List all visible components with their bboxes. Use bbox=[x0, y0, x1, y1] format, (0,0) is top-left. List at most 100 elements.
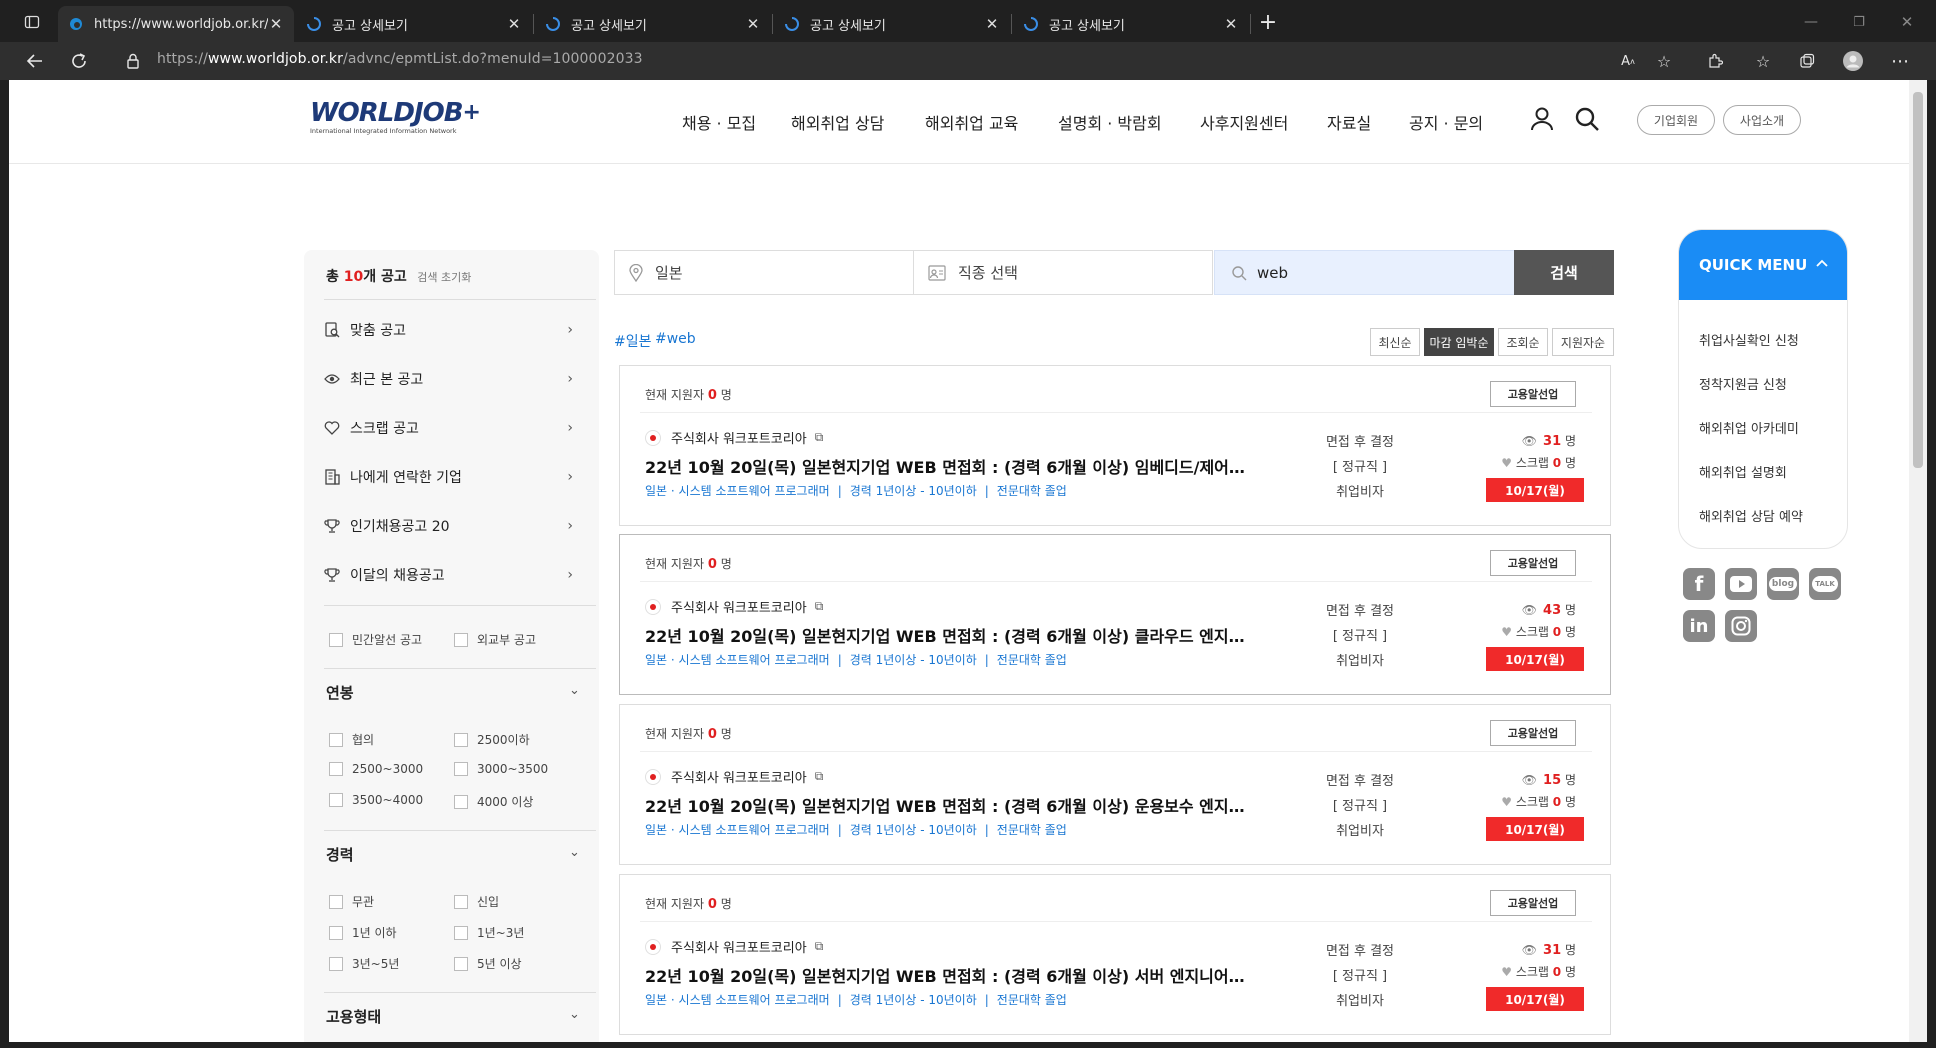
blog-icon[interactable]: blog bbox=[1767, 568, 1799, 600]
chevron-up-icon[interactable] bbox=[1815, 254, 1829, 272]
tab-actions-icon[interactable] bbox=[18, 8, 46, 36]
job-category-select[interactable]: 직종 선택 bbox=[913, 250, 1213, 295]
reset-search-link[interactable]: 검색 초기화 bbox=[417, 271, 471, 284]
scrap-count[interactable]: ♥ 스크랩 0 명 bbox=[1480, 454, 1576, 471]
checkbox-career[interactable]: 무관 bbox=[329, 893, 374, 910]
nav-notice[interactable]: 공지 · 문의 bbox=[1409, 110, 1483, 134]
checkbox-salary[interactable]: 2500이하 bbox=[454, 731, 530, 748]
close-icon[interactable]: ✕ bbox=[984, 15, 1000, 33]
collections-icon[interactable] bbox=[1793, 47, 1821, 75]
checkbox-box[interactable] bbox=[329, 894, 343, 909]
close-icon[interactable]: ✕ bbox=[506, 15, 522, 33]
close-icon[interactable]: ✕ bbox=[1223, 15, 1239, 33]
browser-tab[interactable]: 공고 상세보기 ✕ bbox=[774, 6, 1010, 42]
checkbox-salary[interactable]: 3000~3500 bbox=[454, 762, 548, 776]
back-icon[interactable] bbox=[21, 47, 49, 75]
sort-applicants-button[interactable]: 지원자순 bbox=[1552, 328, 1614, 356]
nav-recruit[interactable]: 채용 · 모집 bbox=[682, 110, 756, 134]
minimize-icon[interactable]: — bbox=[1797, 8, 1825, 36]
career-section-title[interactable]: 경력 bbox=[326, 844, 354, 865]
sort-latest-button[interactable]: 최신순 bbox=[1370, 328, 1420, 356]
filter-custom-jobs[interactable]: 맞춤 공고 › bbox=[324, 315, 579, 345]
browser-tab[interactable]: 공고 상세보기 ✕ bbox=[296, 6, 532, 42]
scrollbar-thumb[interactable] bbox=[1913, 92, 1923, 468]
scrap-count[interactable]: ♥ 스크랩 0 명 bbox=[1480, 623, 1576, 640]
tag-web[interactable]: #web bbox=[655, 331, 696, 347]
filter-monthly-jobs[interactable]: 이달의 채용공고 › bbox=[324, 560, 579, 590]
filter-popular-jobs[interactable]: 인기채용공고 20 › bbox=[324, 511, 579, 541]
job-card[interactable]: 현재 지원자 0 명 고용알선업 주식회사 워크포트코리아 ⧉ 22년 10월 2… bbox=[619, 874, 1611, 1035]
copy-icon[interactable]: ⧉ bbox=[815, 430, 824, 445]
keyword-search-input[interactable]: web bbox=[1214, 250, 1515, 295]
checkbox-box[interactable] bbox=[329, 925, 343, 940]
checkbox-career[interactable]: 1년 이하 bbox=[329, 924, 397, 941]
nav-aftercare[interactable]: 사후지원센터 bbox=[1200, 110, 1288, 134]
checkbox-box[interactable] bbox=[454, 762, 468, 776]
close-icon[interactable]: ✕ bbox=[745, 15, 761, 33]
quick-menu-item[interactable]: 해외취업 아카데미 bbox=[1699, 418, 1799, 437]
browser-tab[interactable]: 공고 상세보기 ✕ bbox=[1013, 6, 1249, 42]
instagram-icon[interactable] bbox=[1725, 610, 1757, 642]
facebook-icon[interactable]: f bbox=[1683, 568, 1715, 600]
new-tab-icon[interactable]: + bbox=[1254, 8, 1282, 36]
checkbox-box[interactable] bbox=[329, 793, 343, 807]
nav-fair[interactable]: 설명회 · 박람회 bbox=[1058, 110, 1162, 134]
more-icon[interactable]: ⋯ bbox=[1886, 47, 1914, 75]
job-card[interactable]: 현재 지원자 0 명 고용알선업 주식회사 워크포트코리아 ⧉ 22년 10월 2… bbox=[619, 365, 1611, 526]
filter-recent-jobs[interactable]: 최근 본 공고 › bbox=[324, 364, 579, 394]
country-select[interactable]: 일본 bbox=[614, 250, 914, 295]
lock-icon[interactable] bbox=[119, 47, 147, 75]
job-title[interactable]: 22년 10월 20일(목) 일본현지기업 WEB 면접회 : (경력 6개월 … bbox=[645, 623, 1245, 647]
linkedin-icon[interactable]: in bbox=[1683, 610, 1715, 642]
chevron-down-icon[interactable]: ⌄ bbox=[569, 845, 580, 860]
checkbox-salary[interactable]: 3500~4000 bbox=[329, 793, 423, 807]
job-title[interactable]: 22년 10월 20일(목) 일본현지기업 WEB 면접회 : (경력 6개월 … bbox=[645, 793, 1245, 817]
sort-views-button[interactable]: 조회순 bbox=[1498, 328, 1548, 356]
url-field[interactable]: https://www.worldjob.or.kr/advnc/epmtLis… bbox=[157, 51, 643, 67]
checkbox-career[interactable]: 3년~5년 bbox=[329, 955, 399, 972]
nav-counsel[interactable]: 해외취업 상담 bbox=[791, 110, 884, 134]
salary-section-title[interactable]: 연봉 bbox=[326, 682, 354, 703]
window-close-icon[interactable]: ✕ bbox=[1893, 8, 1921, 36]
filter-contacted-companies[interactable]: 나에게 연락한 기업 › bbox=[324, 462, 579, 492]
checkbox-box[interactable] bbox=[329, 956, 343, 971]
checkbox-career[interactable]: 5년 이상 bbox=[454, 955, 522, 972]
scrap-count[interactable]: ♥ 스크랩 0 명 bbox=[1480, 793, 1576, 810]
quick-menu-item[interactable]: 정착지원금 신청 bbox=[1699, 374, 1787, 393]
scrap-count[interactable]: ♥ 스크랩 0 명 bbox=[1480, 963, 1576, 980]
business-intro-button[interactable]: 사업소개 bbox=[1723, 105, 1801, 135]
chevron-down-icon[interactable]: ⌄ bbox=[569, 683, 580, 698]
job-title[interactable]: 22년 10월 20일(목) 일본현지기업 WEB 면접회 : (경력 6개월 … bbox=[645, 963, 1245, 987]
company-name[interactable]: 주식회사 워크포트코리아 ⧉ bbox=[645, 937, 823, 956]
youtube-icon[interactable] bbox=[1725, 568, 1757, 600]
browser-tab[interactable]: https://www.worldjob.or.kr/advnc ✕ bbox=[58, 6, 294, 42]
copy-icon[interactable]: ⧉ bbox=[815, 769, 824, 784]
checkbox-career[interactable]: 신입 bbox=[454, 893, 499, 910]
quick-menu-item[interactable]: 취업사실확인 신청 bbox=[1699, 330, 1799, 349]
checkbox-box[interactable] bbox=[454, 732, 468, 747]
checkbox-box[interactable] bbox=[454, 894, 468, 909]
kakaotalk-icon[interactable]: TALK bbox=[1809, 568, 1841, 600]
copy-icon[interactable]: ⧉ bbox=[815, 939, 824, 954]
checkbox-box[interactable] bbox=[329, 762, 343, 776]
restore-icon[interactable]: ❐ bbox=[1845, 8, 1873, 36]
checkbox-private-jobs[interactable]: 민간알선 공고 bbox=[329, 631, 422, 648]
job-card[interactable]: 현재 지원자 0 명 고용알선업 주식회사 워크포트코리아 ⧉ 22년 10월 2… bbox=[619, 534, 1611, 695]
checkbox-mofa-jobs[interactable]: 외교부 공고 bbox=[454, 631, 536, 648]
checkbox-career[interactable]: 1년~3년 bbox=[454, 924, 524, 941]
filter-scrap-jobs[interactable]: 스크랩 공고 › bbox=[324, 413, 579, 443]
checkbox-box[interactable] bbox=[329, 632, 343, 647]
quick-menu-item[interactable]: 해외취업 설명회 bbox=[1699, 462, 1787, 481]
quick-menu-header[interactable]: QUICK MENU bbox=[1679, 230, 1847, 300]
browser-tab[interactable]: 공고 상세보기 ✕ bbox=[535, 6, 771, 42]
job-card[interactable]: 현재 지원자 0 명 고용알선업 주식회사 워크포트코리아 ⧉ 22년 10월 2… bbox=[619, 704, 1611, 865]
extensions-icon[interactable] bbox=[1701, 47, 1729, 75]
search-button[interactable]: 검색 bbox=[1514, 250, 1614, 295]
company-member-button[interactable]: 기업회원 bbox=[1637, 105, 1715, 135]
user-icon[interactable] bbox=[1529, 106, 1555, 136]
favorites-icon[interactable]: ☆ bbox=[1749, 47, 1777, 75]
nav-archive[interactable]: 자료실 bbox=[1327, 110, 1371, 134]
company-name[interactable]: 주식회사 워크포트코리아 ⧉ bbox=[645, 597, 823, 616]
worldjob-logo[interactable]: WORLDJOB+ International Integrated Infor… bbox=[310, 100, 481, 135]
profile-avatar-icon[interactable] bbox=[1839, 47, 1867, 75]
